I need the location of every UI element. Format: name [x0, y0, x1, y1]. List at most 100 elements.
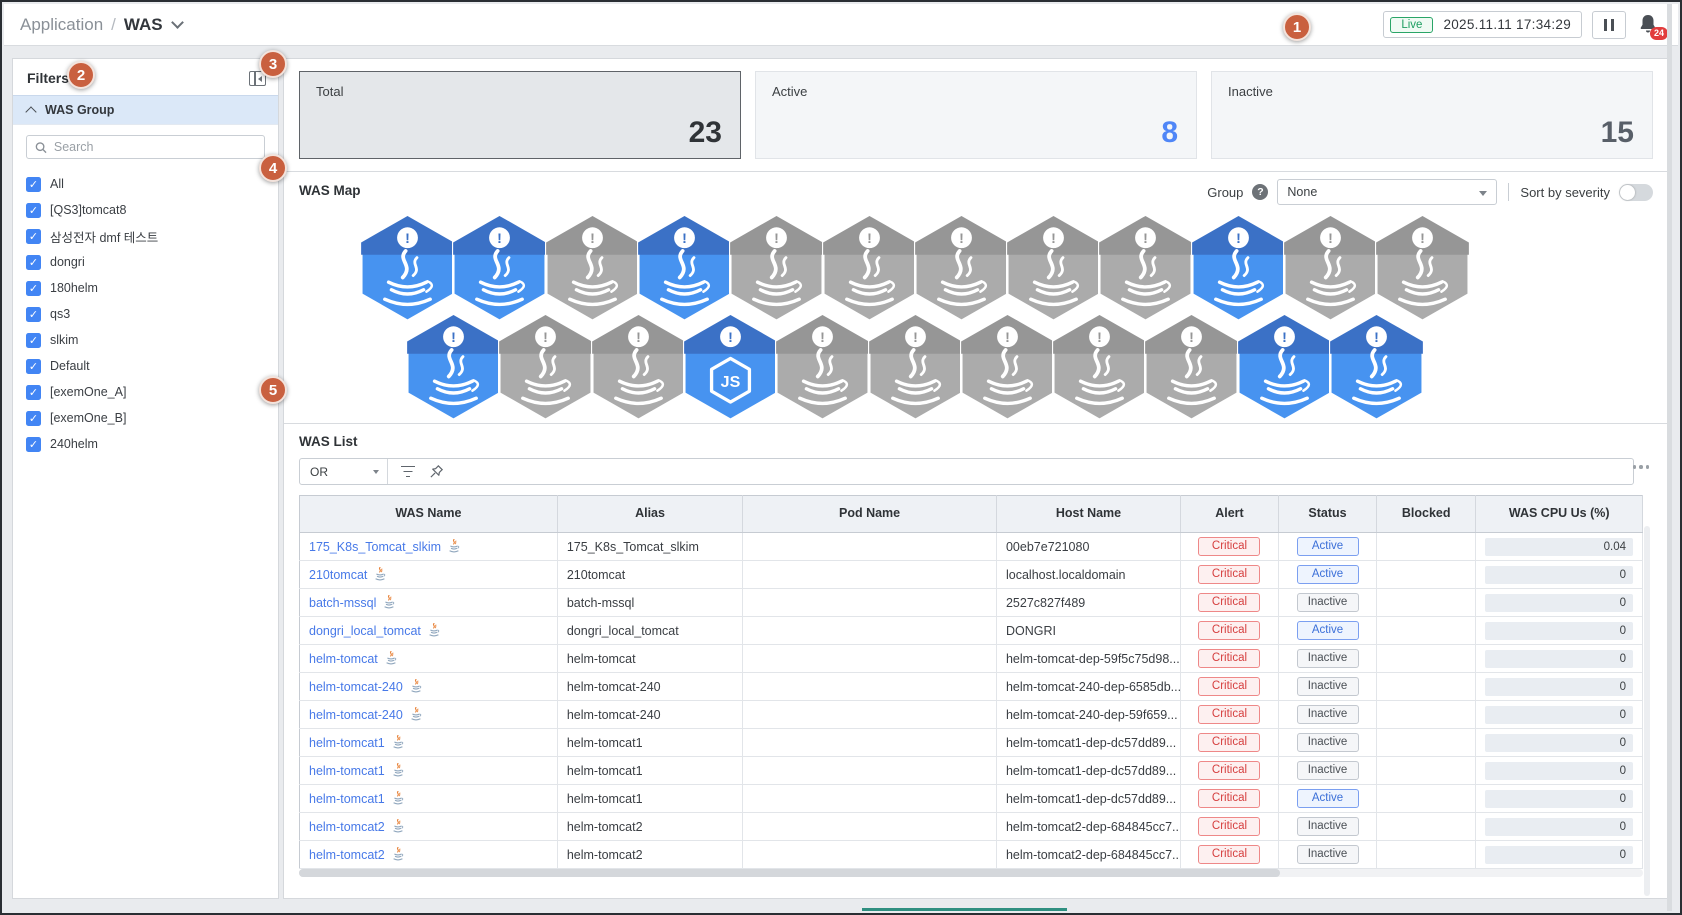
group-filter-item[interactable]: ✓ 240helm: [26, 431, 265, 457]
was-hexagon-java-inactive[interactable]: !: [1144, 313, 1240, 422]
group-filter-item[interactable]: ✓ dongri: [26, 249, 265, 275]
was-hexagon-java-inactive[interactable]: !: [867, 313, 963, 422]
was-name-link[interactable]: helm-tomcat1: [309, 764, 385, 778]
checkbox-checked-icon[interactable]: ✓: [26, 384, 41, 400]
table-row[interactable]: helm-tomcat helm-tomcat helm-tomcat-dep-59…: [299, 644, 1643, 673]
table-row[interactable]: helm-tomcat2 helm-tomcat2 helm-tomcat2-dep…: [299, 840, 1643, 869]
was-hexagon-java-inactive[interactable]: !: [590, 313, 686, 422]
checkbox-checked-icon[interactable]: ✓: [26, 410, 41, 426]
help-icon[interactable]: ?: [1252, 184, 1269, 200]
was-hexagon-java-inactive[interactable]: !: [1005, 214, 1102, 323]
checkbox-checked-icon[interactable]: ✓: [26, 176, 41, 192]
breadcrumb-current[interactable]: WAS: [124, 15, 163, 35]
was-hexagon-java-inactive[interactable]: !: [1051, 313, 1148, 422]
pause-button[interactable]: [1592, 10, 1626, 39]
table-row[interactable]: helm-tomcat2 helm-tomcat2 helm-tomcat2-dep…: [299, 812, 1643, 841]
was-hexagon-java-inactive[interactable]: !: [498, 313, 594, 422]
was-hexagon-java-active[interactable]: !: [359, 214, 456, 323]
alert-badge[interactable]: Critical: [1198, 788, 1261, 809]
table-row[interactable]: helm-tomcat-240 helm-tomcat-240 helm-tomca…: [299, 672, 1643, 701]
group-search[interactable]: [26, 135, 265, 159]
alert-badge[interactable]: Critical: [1198, 816, 1261, 837]
breadcrumb-root[interactable]: Application: [20, 15, 103, 35]
checkbox-checked-icon[interactable]: ✓: [26, 358, 41, 374]
table-row[interactable]: batch-mssql batch-mssql 2527c827f489 Critic…: [299, 588, 1643, 617]
was-hexagon-java-inactive[interactable]: !: [774, 313, 871, 422]
time-range-box[interactable]: Live 2025.11.11 17:34:29: [1383, 11, 1582, 38]
checkbox-checked-icon[interactable]: ✓: [26, 254, 41, 270]
alert-badge[interactable]: Critical: [1198, 592, 1261, 613]
group-filter-item[interactable]: ✓ Default: [26, 353, 265, 379]
was-name-link[interactable]: helm-tomcat-240: [309, 708, 403, 722]
was-name-link[interactable]: helm-tomcat-240: [309, 680, 403, 694]
was-hexagon-java-active[interactable]: !: [452, 214, 548, 323]
operator-select[interactable]: OR: [300, 459, 388, 484]
was-name-link[interactable]: helm-tomcat2: [309, 820, 385, 834]
was-hexagon-java-active[interactable]: !: [1236, 313, 1332, 422]
filter-icon[interactable]: [400, 465, 415, 478]
column-header[interactable]: Pod Name: [742, 495, 997, 533]
was-hexagon-java-inactive[interactable]: !: [821, 214, 917, 323]
was-hexagon-nodejs-active[interactable]: ! JS: [682, 313, 779, 422]
column-header[interactable]: Blocked: [1376, 495, 1477, 533]
was-hexagon-java-inactive[interactable]: !: [1098, 214, 1194, 323]
was-hexagon-java-inactive[interactable]: !: [1375, 214, 1471, 323]
column-header[interactable]: Host Name: [996, 495, 1181, 533]
column-header[interactable]: WAS CPU Us (%): [1475, 495, 1643, 533]
was-name-link[interactable]: 175_K8s_Tomcat_slkim: [309, 540, 441, 554]
summary-card-active[interactable]: Active 8: [755, 71, 1197, 159]
summary-card-total[interactable]: Total 23: [299, 71, 741, 159]
alert-badge[interactable]: Critical: [1198, 760, 1261, 781]
checkbox-checked-icon[interactable]: ✓: [26, 332, 41, 348]
table-vertical-scrollbar[interactable]: [1644, 526, 1650, 896]
was-hexagon-java-active[interactable]: !: [1190, 214, 1286, 323]
was-hexagon-java-active[interactable]: !: [636, 214, 733, 323]
alert-badge[interactable]: Critical: [1198, 732, 1261, 753]
alert-badge[interactable]: Critical: [1198, 648, 1261, 669]
was-hexagon-java-active[interactable]: !: [1328, 313, 1425, 422]
table-row[interactable]: 175_K8s_Tomcat_slkim 175_K8s_Tomcat_slkim…: [299, 532, 1643, 561]
alert-badge[interactable]: Critical: [1198, 536, 1261, 557]
checkbox-checked-icon[interactable]: ✓: [26, 228, 41, 244]
table-row[interactable]: dongri_local_tomcat dongri_local_tomcat DO…: [299, 616, 1643, 645]
checkbox-checked-icon[interactable]: ✓: [26, 436, 41, 452]
list-filter-bar[interactable]: OR: [299, 458, 1634, 485]
column-header[interactable]: WAS Name: [299, 495, 558, 533]
chevron-down-icon[interactable]: [170, 16, 184, 29]
alert-badge[interactable]: Critical: [1198, 676, 1261, 697]
group-filter-item[interactable]: ✓ [QS3]tomcat8: [26, 197, 265, 223]
group-filter-item[interactable]: ✓ 180helm: [26, 275, 265, 301]
group-filter-item[interactable]: ✓ [exemOne_B]: [26, 405, 265, 431]
was-hexagon-java-inactive[interactable]: !: [1282, 214, 1379, 323]
was-name-link[interactable]: helm-tomcat2: [309, 848, 385, 862]
was-name-link[interactable]: 210tomcat: [309, 568, 367, 582]
group-filter-item[interactable]: ✓ qs3: [26, 301, 265, 327]
group-filter-item[interactable]: ✓ [exemOne_A]: [26, 379, 265, 405]
was-hexagon-java-inactive[interactable]: !: [959, 313, 1056, 422]
table-row[interactable]: helm-tomcat1 helm-tomcat1 helm-tomcat1-dep…: [299, 756, 1643, 785]
sort-by-severity-toggle[interactable]: [1619, 183, 1653, 201]
was-hexagon-java-inactive[interactable]: !: [544, 214, 640, 323]
was-group-section-header[interactable]: WAS Group: [13, 95, 278, 125]
checkbox-checked-icon[interactable]: ✓: [26, 306, 41, 322]
more-options-icon[interactable]: [1632, 465, 1649, 469]
alert-badge[interactable]: Critical: [1198, 844, 1261, 865]
table-row[interactable]: helm-tomcat-240 helm-tomcat-240 helm-tomca…: [299, 700, 1643, 729]
was-name-link[interactable]: helm-tomcat1: [309, 792, 385, 806]
horizontal-scrollbar[interactable]: [299, 869, 1643, 877]
was-hexagon-java-inactive[interactable]: !: [728, 214, 825, 323]
pin-icon[interactable]: [429, 464, 444, 479]
column-header[interactable]: Status: [1278, 495, 1378, 533]
column-header[interactable]: Alert: [1180, 495, 1280, 533]
alert-badge[interactable]: Critical: [1198, 704, 1261, 725]
search-input[interactable]: [53, 140, 256, 154]
alert-badge[interactable]: Critical: [1198, 620, 1261, 641]
was-name-link[interactable]: batch-mssql: [309, 596, 376, 610]
was-hexagon-java-active[interactable]: !: [405, 313, 502, 422]
group-filter-item[interactable]: ✓ 삼성전자 dmf 테스트: [26, 223, 265, 249]
was-name-link[interactable]: helm-tomcat: [309, 652, 378, 666]
table-row[interactable]: 210tomcat 210tomcat localhost.localdomain C…: [299, 560, 1643, 589]
was-hexagon-java-inactive[interactable]: !: [913, 214, 1010, 323]
checkbox-checked-icon[interactable]: ✓: [26, 202, 41, 218]
scrollbar-thumb[interactable]: [299, 869, 1281, 877]
